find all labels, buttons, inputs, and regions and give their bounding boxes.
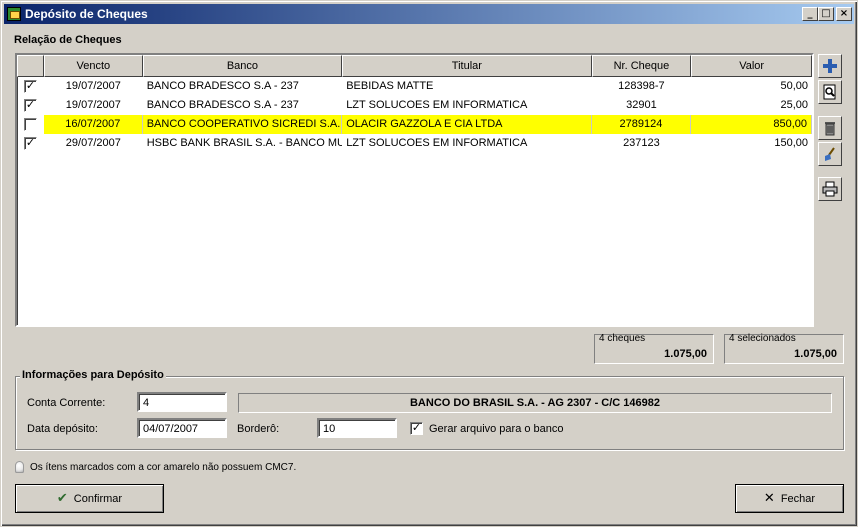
app-icon [7, 7, 21, 21]
grid-header: Vencto Banco Titular Nr. Cheque Valor [17, 55, 813, 77]
column-header-titular[interactable]: Titular [342, 55, 592, 77]
cell-nr-cheque: 237123 [623, 137, 660, 149]
cell-nr-cheque: 2789124 [591, 115, 692, 134]
deposit-info-legend: Informações para Depósito [20, 369, 166, 381]
gerar-arquivo-checkbox[interactable]: ✓ [410, 422, 423, 435]
total-value: 1.075,00 [664, 348, 707, 360]
column-header-check[interactable] [17, 55, 44, 77]
selected-summary: 4 selecionados 1.075,00 [724, 333, 844, 364]
confirm-label: Confirmar [73, 492, 123, 505]
close-icon: ✕ [763, 491, 775, 506]
total-caption: 4 cheques [599, 333, 646, 344]
checkmark-icon: ✔ [56, 491, 68, 506]
table-row[interactable]: ✓ 29/07/2007 HSBC BANK BRASIL S.A. - BAN… [17, 134, 812, 153]
close-label: Fechar [780, 492, 816, 505]
print-button[interactable] [818, 177, 842, 201]
cell-banco: HSBC BANK BRASIL S.A. - BANCO MULTIPLO [146, 137, 343, 149]
column-header-nr-cheque[interactable]: Nr. Cheque [591, 55, 692, 77]
cell-vencto: 16/07/2007 [43, 115, 143, 134]
bordero-input[interactable]: 10 [317, 418, 397, 438]
cell-titular: OLACIR GAZZOLA E CIA LTDA [342, 115, 592, 134]
conta-description: BANCO DO BRASIL S.A. - AG 2307 - C/C 146… [238, 393, 832, 413]
cell-valor: 50,00 [780, 80, 808, 92]
conta-input[interactable]: 4 [137, 392, 227, 412]
cell-titular: LZT SOLUCOES EM INFORMATICA [346, 137, 528, 149]
cell-valor: 150,00 [774, 137, 808, 149]
close-button[interactable]: × [836, 7, 852, 21]
selected-value: 1.075,00 [794, 348, 837, 360]
deposit-window: Depósito de Cheques _ □ × Relação de Che… [0, 0, 858, 527]
row-checkbox[interactable] [23, 117, 37, 131]
cell-vencto: 19/07/2007 [65, 80, 121, 92]
delete-cheque-button[interactable] [818, 116, 842, 140]
conta-label: Conta Corrente: [27, 397, 106, 409]
cell-vencto: 29/07/2007 [65, 137, 121, 149]
cell-banco: BANCO COOPERATIVO SICREDI S.A. - 748 [142, 115, 343, 134]
cheques-grid[interactable]: Vencto Banco Titular Nr. Cheque Valor ✓ … [15, 53, 814, 327]
column-header-banco[interactable]: Banco [142, 55, 343, 77]
search-document-icon [823, 84, 836, 100]
column-header-valor[interactable]: Valor [691, 55, 813, 77]
find-cheque-button[interactable] [818, 80, 842, 104]
cell-valor: 25,00 [780, 99, 808, 111]
total-summary: 4 cheques 1.075,00 [594, 333, 714, 364]
cheques-section-label: Relação de Cheques [14, 34, 122, 46]
data-deposito-input[interactable]: 04/07/2007 [137, 418, 227, 438]
cell-banco: BANCO BRADESCO S.A - 237 [146, 99, 299, 111]
add-cheque-button[interactable] [818, 54, 842, 78]
cell-banco: BANCO BRADESCO S.A - 237 [146, 80, 299, 92]
confirm-button[interactable]: ✔ Confirmar [15, 484, 164, 513]
clear-button[interactable] [818, 142, 842, 166]
lightbulb-icon [15, 461, 24, 473]
bordero-label: Borderô: [237, 423, 280, 435]
plus-icon [823, 59, 837, 73]
close-dialog-button[interactable]: ✕ Fechar [735, 484, 844, 513]
cell-nr-cheque: 128398-7 [618, 80, 665, 92]
row-checkbox[interactable]: ✓ [23, 79, 37, 93]
cell-titular: BEBIDAS MATTE [346, 80, 434, 92]
column-header-vencto[interactable]: Vencto [43, 55, 143, 77]
maximize-button[interactable]: □ [818, 7, 834, 21]
cmc7-note: Os ítens marcados com a cor amarelo não … [15, 461, 296, 473]
gerar-arquivo-label[interactable]: Gerar arquivo para o banco [429, 423, 564, 435]
cell-titular: LZT SOLUCOES EM INFORMATICA [346, 99, 528, 111]
window-title: Depósito de Cheques [25, 7, 148, 21]
minimize-button[interactable]: _ [802, 7, 818, 21]
cell-vencto: 19/07/2007 [65, 99, 121, 111]
cell-nr-cheque: 32901 [626, 99, 657, 111]
broom-icon [825, 147, 835, 161]
trash-icon [825, 122, 835, 136]
row-checkbox[interactable]: ✓ [23, 98, 37, 112]
cell-valor: 850,00 [691, 115, 813, 134]
table-row[interactable]: ✓ 19/07/2007 BANCO BRADESCO S.A - 237 BE… [17, 77, 812, 96]
row-checkbox[interactable]: ✓ [23, 136, 37, 150]
deposit-info-group: Informações para Depósito Conta Corrente… [15, 369, 844, 450]
table-row-highlighted[interactable]: 16/07/2007 BANCO COOPERATIVO SICREDI S.A… [17, 115, 813, 134]
print-icon [822, 181, 838, 197]
title-bar: Depósito de Cheques _ □ × [4, 4, 854, 24]
data-deposito-label: Data depósito: [27, 423, 98, 435]
selected-caption: 4 selecionados [729, 333, 796, 344]
table-row[interactable]: ✓ 19/07/2007 BANCO BRADESCO S.A - 237 LZ… [17, 96, 812, 115]
cmc7-note-text: Os ítens marcados com a cor amarelo não … [30, 461, 297, 473]
